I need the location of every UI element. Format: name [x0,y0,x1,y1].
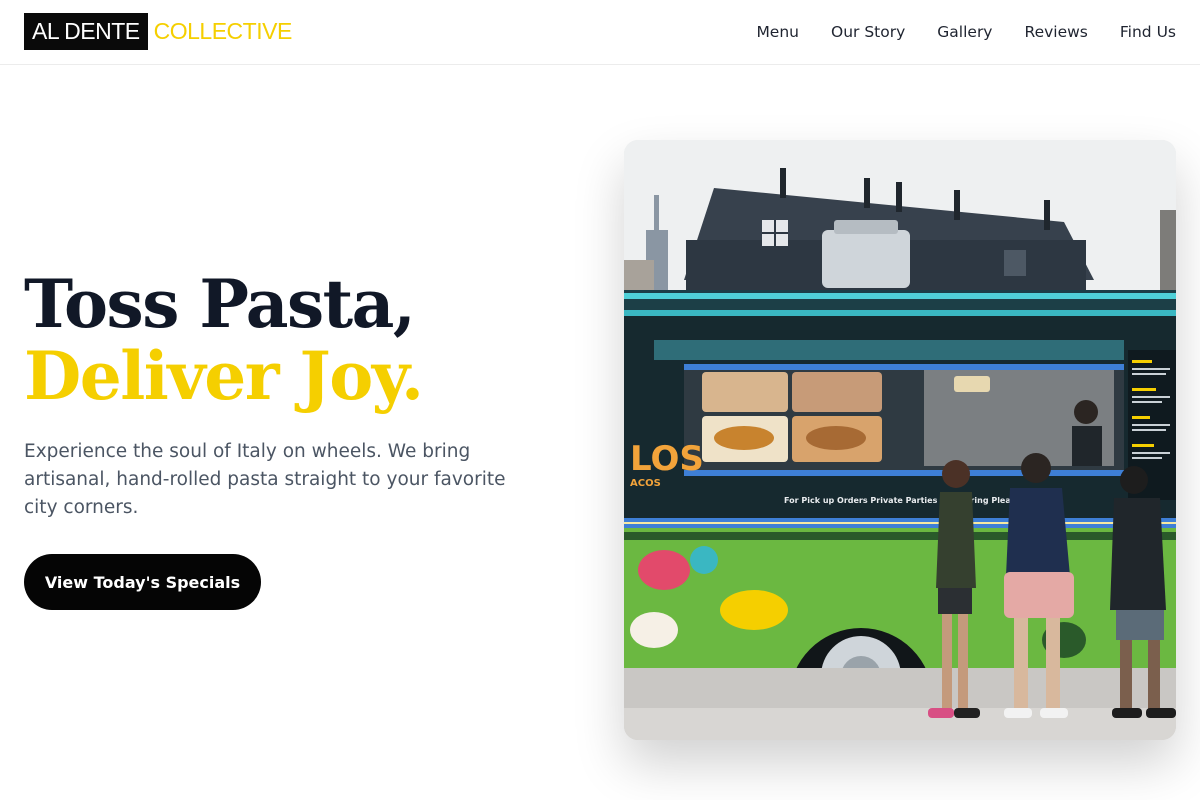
hero-title-line1: Toss Pasta, [24,265,416,343]
truck-sign-text: For Pick up Orders Private Parties & Cat… [784,496,1011,505]
nav-link-reviews[interactable]: Reviews [1025,23,1088,41]
nav-link-menu[interactable]: Menu [756,23,799,41]
truck-side-text: LOS [630,439,704,479]
view-specials-button[interactable]: View Today's Specials [24,554,261,610]
nav-link-our-story[interactable]: Our Story [831,23,905,41]
brand-logo[interactable]: AL DENTE COLLECTIVE [24,13,292,50]
hero-title: Toss Pasta, Deliver Joy. [24,265,424,415]
nav-links: Menu Our Story Gallery Reviews Find Us [724,0,1176,64]
brand-logo-part1: AL DENTE [24,13,148,50]
nav-link-find-us[interactable]: Find Us [1120,23,1176,41]
top-navigation: AL DENTE COLLECTIVE Menu Our Story Galle… [0,0,1200,65]
nav-link-gallery[interactable]: Gallery [937,23,992,41]
hero-image: LOS ACOS For Pick up Orders Private Part… [624,140,1176,740]
food-truck-illustration: LOS ACOS For Pick up Orders Private Part… [624,140,1176,740]
hero-subtitle: Experience the soul of Italy on wheels. … [24,441,506,518]
brand-logo-part2: COLLECTIVE [153,18,293,44]
hero-title-line2: Deliver Joy. [24,337,424,415]
truck-side-subtext: ACOS [630,478,661,489]
